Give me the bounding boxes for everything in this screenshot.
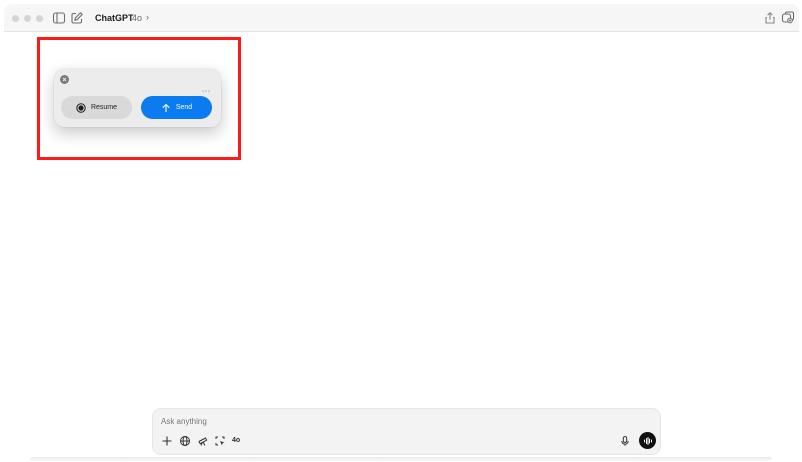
new-chat-icon[interactable] (70, 11, 84, 25)
arrow-up-icon (161, 103, 171, 113)
voice-mode-button[interactable] (639, 432, 656, 449)
message-input[interactable] (161, 415, 561, 427)
window-close-control[interactable] (12, 15, 19, 22)
dictation-popup: Resume Send (54, 69, 221, 127)
drag-handle[interactable] (202, 79, 214, 92)
model-chip[interactable]: 4o (232, 437, 240, 444)
record-icon (76, 102, 86, 113)
model-selector[interactable]: 4o (132, 13, 142, 23)
send-label: Send (175, 104, 193, 111)
chevron-right-icon[interactable]: › (146, 12, 149, 22)
close-icon[interactable] (60, 75, 69, 84)
message-composer: 4o (152, 408, 661, 455)
window-zoom-control[interactable] (36, 15, 43, 22)
new-window-icon[interactable] (781, 11, 795, 25)
resume-button[interactable]: Resume (61, 96, 132, 119)
send-button[interactable]: Send (141, 96, 212, 119)
title-bar: ChatGPT 4o › (4, 4, 799, 32)
resume-label: Resume (90, 104, 118, 111)
globe-icon[interactable] (179, 435, 191, 447)
bottom-shadow (30, 457, 772, 462)
plus-icon[interactable] (161, 435, 173, 447)
telescope-icon[interactable] (197, 435, 209, 447)
share-icon[interactable] (763, 11, 777, 25)
voice-waveform-icon (643, 436, 652, 445)
app-title[interactable]: ChatGPT (95, 13, 134, 23)
microphone-icon[interactable] (619, 435, 631, 447)
selection-icon[interactable] (214, 435, 226, 447)
sidebar-toggle-icon[interactable] (52, 11, 66, 25)
window-minimize-control[interactable] (24, 15, 31, 22)
